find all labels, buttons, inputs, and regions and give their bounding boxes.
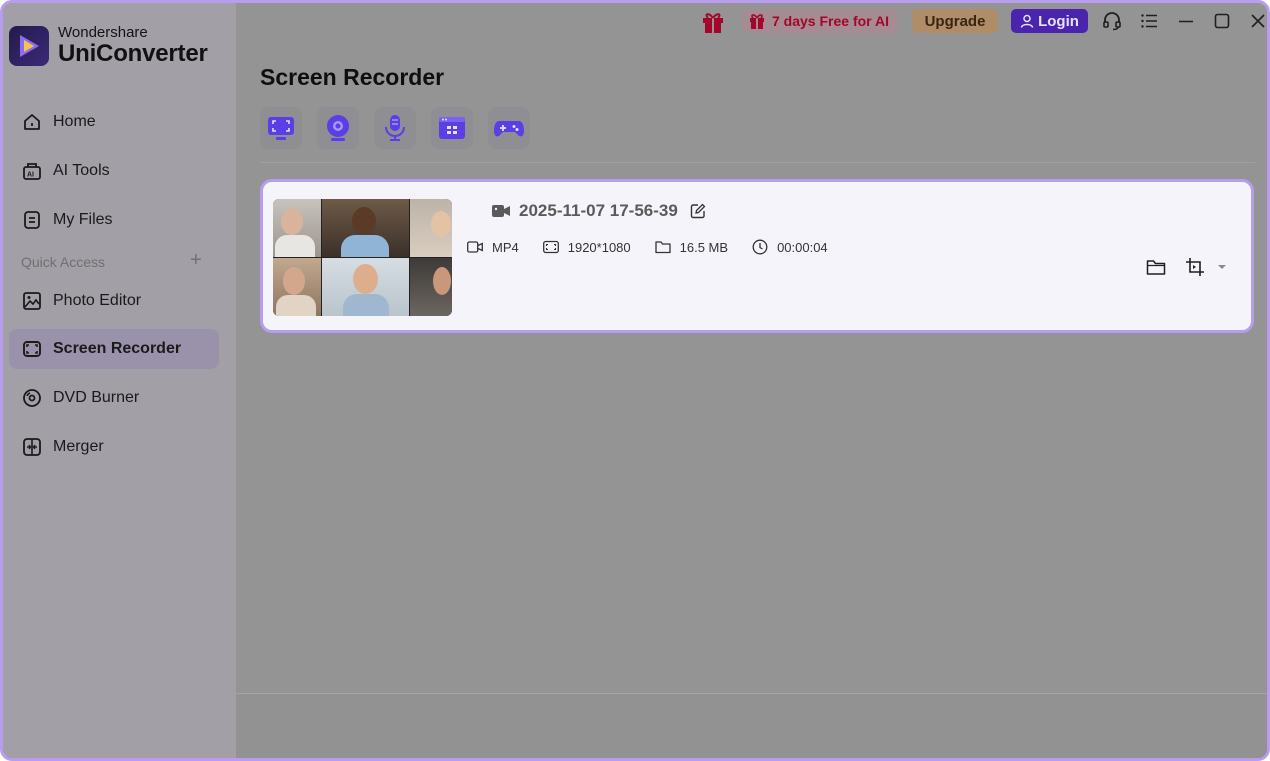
video-camera-icon bbox=[492, 205, 510, 217]
user-icon bbox=[1020, 14, 1034, 28]
sidebar-item-label: DVD Burner bbox=[53, 389, 140, 406]
sidebar-item-label: Photo Editor bbox=[53, 292, 142, 309]
chevron-down-icon bbox=[1218, 265, 1226, 269]
size-value: 16.5 MB bbox=[679, 239, 729, 255]
minimize-icon[interactable] bbox=[1176, 11, 1196, 31]
svg-text:AI: AI bbox=[27, 172, 34, 179]
sidebar-item-label: Home bbox=[53, 113, 96, 130]
format-info: MP4 bbox=[467, 240, 519, 255]
sidebar-item-my-files[interactable]: My Files bbox=[9, 200, 219, 240]
sidebar-item-photo-editor[interactable]: Photo Editor bbox=[9, 281, 219, 321]
edit-name-icon[interactable] bbox=[690, 203, 706, 219]
recording-thumbnail[interactable] bbox=[273, 199, 452, 316]
login-button[interactable]: Login bbox=[1011, 9, 1088, 33]
gift-icon[interactable] bbox=[700, 9, 726, 40]
game-mode-button[interactable] bbox=[488, 107, 530, 149]
sidebar-item-label: AI Tools bbox=[53, 162, 110, 179]
duration-info: 00:00:04 bbox=[752, 239, 828, 255]
app-window-mode-icon bbox=[439, 117, 465, 139]
audio-mode-button[interactable] bbox=[374, 107, 416, 149]
dvd-icon bbox=[21, 387, 43, 409]
promo-label: 7 days Free for AI bbox=[772, 13, 889, 29]
folder-size-icon bbox=[654, 241, 671, 254]
ai-tools-icon: AI bbox=[21, 160, 43, 182]
gift-small-icon bbox=[750, 14, 764, 29]
close-icon[interactable] bbox=[1248, 11, 1267, 31]
recording-title-row: 2025-11-07 17-56-39 bbox=[492, 201, 706, 221]
screen-mode-button[interactable] bbox=[260, 107, 302, 149]
screen-recorder-icon bbox=[21, 338, 43, 360]
ai-free-trial-promo[interactable]: 7 days Free for AI bbox=[742, 9, 897, 33]
brand: Wondershare UniConverter bbox=[9, 25, 208, 67]
resolution-info: 1920*1080 bbox=[542, 239, 631, 255]
crop-icon bbox=[1186, 258, 1204, 276]
footer-bar bbox=[236, 694, 1267, 758]
brand-product: UniConverter bbox=[58, 40, 208, 67]
sidebar-item-home[interactable]: Home bbox=[9, 102, 219, 142]
screen-mode-icon bbox=[268, 117, 294, 140]
menu-list-icon[interactable] bbox=[1139, 11, 1159, 31]
crop-edit-button[interactable] bbox=[1185, 256, 1207, 278]
game-mode-icon bbox=[494, 121, 524, 137]
add-quick-access-button[interactable]: + bbox=[190, 249, 202, 272]
brand-company: Wondershare bbox=[58, 24, 148, 41]
quick-access-label: Quick Access bbox=[21, 254, 106, 270]
section-divider bbox=[260, 162, 1255, 163]
merger-icon bbox=[21, 436, 43, 458]
more-options-dropdown[interactable] bbox=[1211, 256, 1233, 278]
open-folder-button[interactable] bbox=[1145, 256, 1167, 278]
size-info: 16.5 MB bbox=[654, 239, 729, 255]
webcam-mode-icon bbox=[327, 115, 349, 141]
photo-editor-icon bbox=[21, 290, 43, 312]
upgrade-button[interactable]: Upgrade bbox=[912, 9, 998, 33]
sidebar-item-screen-recorder[interactable]: Screen Recorder bbox=[9, 329, 219, 369]
login-label: Login bbox=[1038, 12, 1079, 30]
folder-open-icon bbox=[1146, 260, 1166, 275]
title-bar: 7 days Free for AI Upgrade Login bbox=[236, 3, 1267, 43]
sidebar-item-label: Merger bbox=[53, 438, 104, 455]
resolution-value: 1920*1080 bbox=[567, 239, 631, 255]
headset-support-icon[interactable] bbox=[1102, 11, 1122, 31]
format-value: MP4 bbox=[492, 239, 519, 255]
recording-card[interactable]: 2025-11-07 17-56-39 MP4 1920*1080 16.5 M… bbox=[260, 179, 1254, 333]
uniconverter-logo-icon bbox=[9, 26, 49, 66]
sidebar-item-merger[interactable]: Merger bbox=[9, 427, 219, 467]
sidebar: Wondershare UniConverter Home AI AI Tool… bbox=[3, 3, 236, 758]
recording-meta: MP4 1920*1080 16.5 MB 00:00:04 bbox=[467, 239, 852, 255]
files-icon bbox=[21, 209, 43, 231]
webcam-mode-button[interactable] bbox=[317, 107, 359, 149]
home-icon bbox=[21, 111, 43, 133]
app-window-mode-button[interactable] bbox=[431, 107, 473, 149]
sidebar-item-label: Screen Recorder bbox=[53, 340, 182, 357]
sidebar-item-dvd-burner[interactable]: DVD Burner bbox=[9, 378, 219, 418]
clock-icon bbox=[752, 239, 768, 255]
resolution-icon bbox=[542, 240, 559, 254]
recording-name: 2025-11-07 17-56-39 bbox=[519, 201, 678, 220]
sidebar-item-label: My Files bbox=[53, 211, 113, 228]
maximize-icon[interactable] bbox=[1212, 11, 1232, 31]
audio-mode-icon bbox=[385, 115, 405, 141]
video-format-icon bbox=[467, 241, 483, 253]
page-title: Screen Recorder bbox=[260, 64, 445, 90]
app-window: Wondershare UniConverter Home AI AI Tool… bbox=[0, 0, 1270, 761]
duration-value: 00:00:04 bbox=[777, 239, 828, 255]
sidebar-item-ai-tools[interactable]: AI AI Tools bbox=[9, 151, 219, 191]
